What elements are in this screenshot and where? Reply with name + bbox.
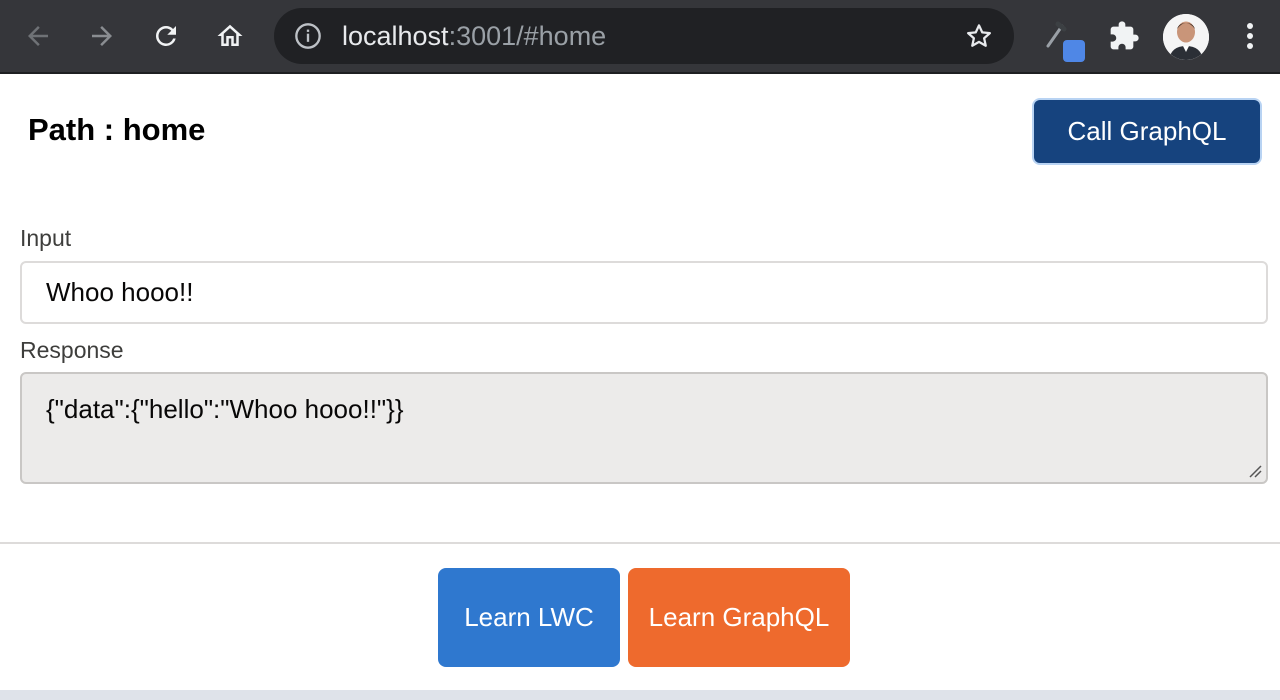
response-text: {"data":{"hello":"Whoo hooo!!"}} xyxy=(46,394,404,424)
address-bar[interactable]: localhost:3001/#home xyxy=(274,8,1014,64)
input-label: Input xyxy=(20,225,72,251)
browser-toolbar: localhost:3001/#home xyxy=(0,0,1280,74)
call-graphql-button[interactable]: Call GraphQL xyxy=(1034,100,1260,163)
url-host: localhost xyxy=(342,21,449,51)
divider xyxy=(0,542,1280,544)
footer-strip xyxy=(0,690,1280,700)
avatar[interactable] xyxy=(1163,14,1209,60)
response-textarea[interactable]: {"data":{"hello":"Whoo hooo!!"}} xyxy=(20,372,1268,484)
home-icon[interactable] xyxy=(206,12,254,60)
reload-icon[interactable] xyxy=(142,12,190,60)
url-text: localhost:3001/#home xyxy=(342,8,606,64)
response-label: Response xyxy=(20,337,124,363)
back-arrow-icon[interactable] xyxy=(14,12,62,60)
url-path: :3001/#home xyxy=(448,21,607,51)
resize-grip-icon[interactable] xyxy=(1248,464,1262,478)
learn-graphql-button[interactable]: Learn GraphQL xyxy=(628,568,850,667)
star-icon[interactable] xyxy=(964,21,994,51)
learn-lwc-button[interactable]: Learn LWC xyxy=(438,568,620,667)
eyedropper-icon[interactable] xyxy=(1042,18,1090,66)
page-title: Path : home xyxy=(28,112,206,147)
puzzle-icon[interactable] xyxy=(1100,12,1148,60)
info-icon[interactable] xyxy=(294,22,322,50)
kebab-menu-icon[interactable] xyxy=(1226,12,1274,60)
forward-arrow-icon[interactable] xyxy=(78,12,126,60)
input-field[interactable]: Whoo hooo!! xyxy=(20,261,1268,324)
